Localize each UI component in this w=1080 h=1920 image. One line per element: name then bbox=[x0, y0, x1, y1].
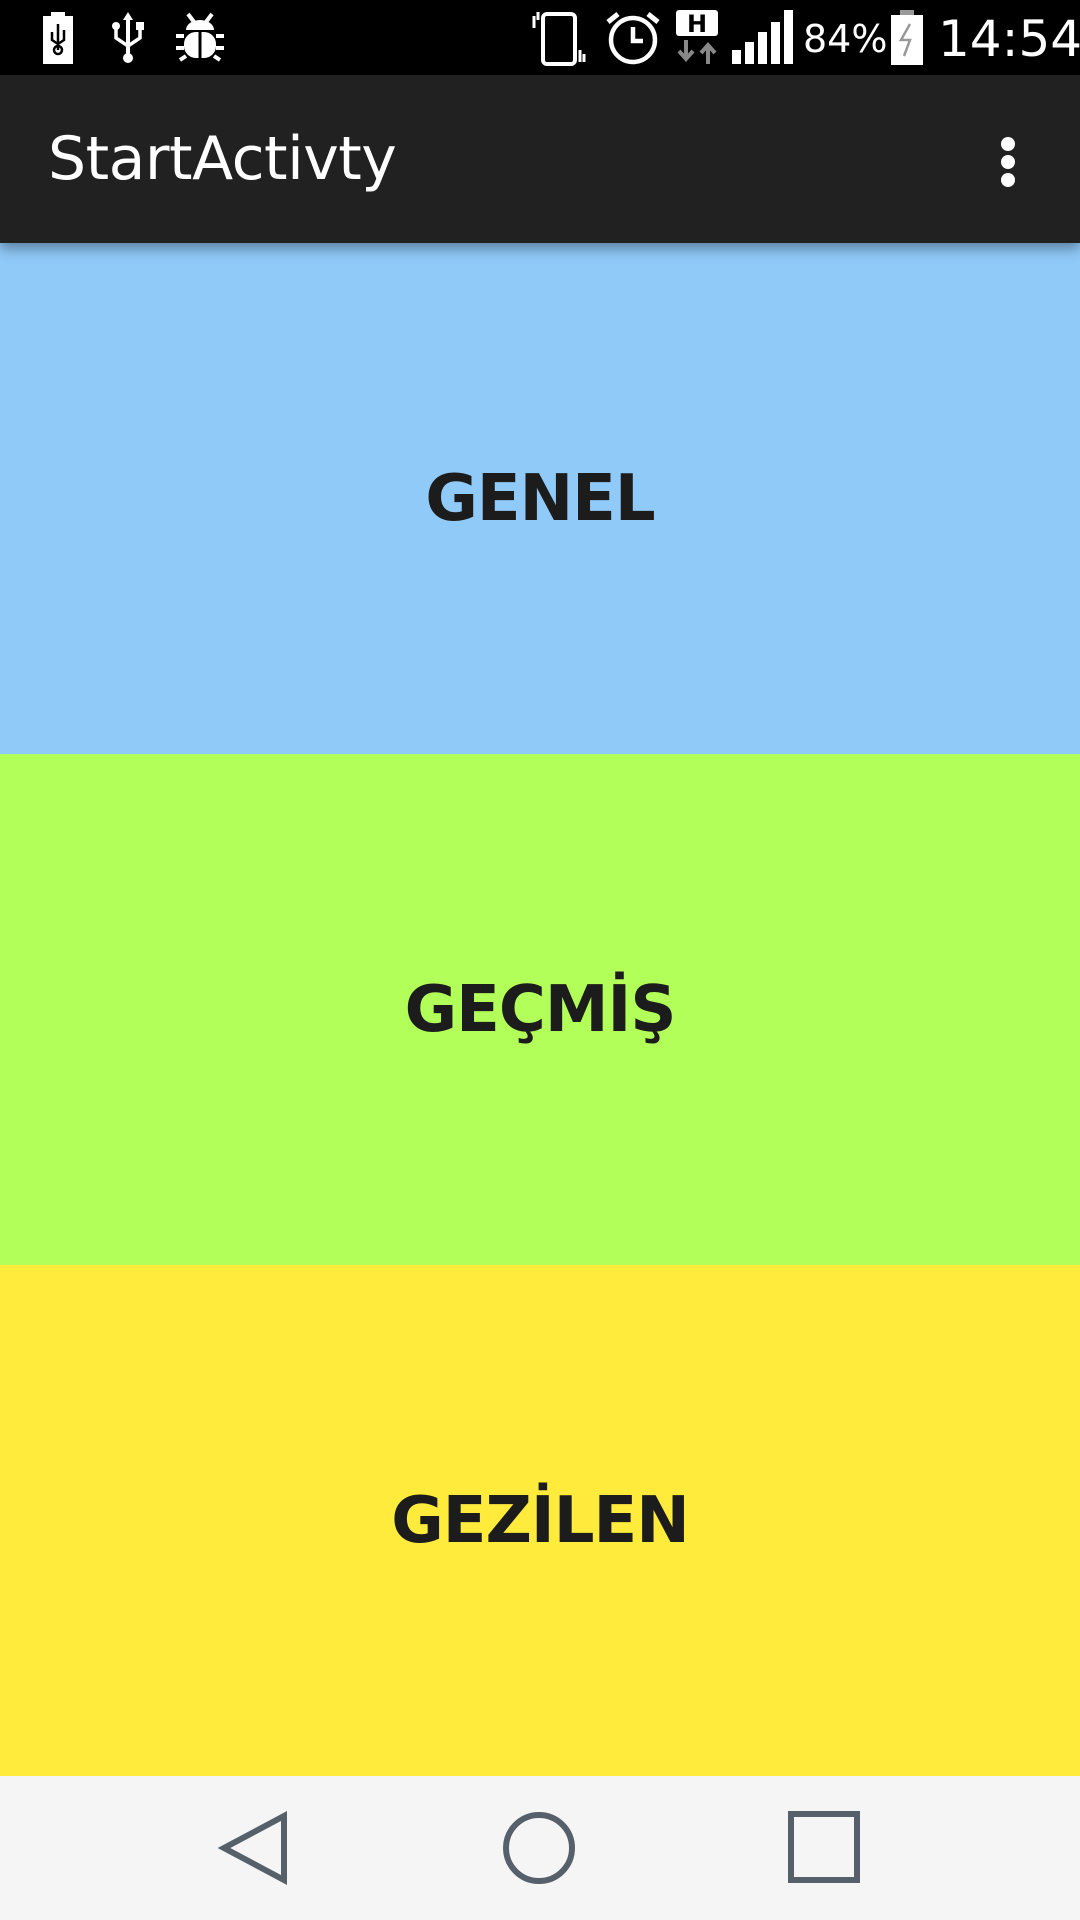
app-bar: StartActivty bbox=[0, 75, 1080, 243]
genel-button[interactable]: GENEL bbox=[0, 243, 1080, 754]
gecmis-label: GEÇMİŞ bbox=[404, 972, 677, 1047]
home-icon[interactable] bbox=[460, 1776, 620, 1920]
recents-icon[interactable] bbox=[745, 1776, 905, 1920]
signal-icon bbox=[732, 10, 793, 64]
clock: 14:54 bbox=[938, 10, 1080, 68]
alarm-icon bbox=[606, 12, 660, 65]
gezilen-button[interactable]: GEZİLEN bbox=[0, 1265, 1080, 1776]
network-type-text: H bbox=[687, 10, 707, 38]
debug-bug-icon bbox=[176, 12, 224, 62]
gecmis-button[interactable]: GEÇMİŞ bbox=[0, 754, 1080, 1265]
network-h-icon: H bbox=[676, 10, 718, 64]
vibrate-icon bbox=[532, 12, 586, 66]
gezilen-label: GEZİLEN bbox=[391, 1483, 690, 1558]
battery-usb-icon bbox=[43, 12, 73, 64]
status-bar: H 84% 14:54 bbox=[0, 0, 1080, 75]
app-title: StartActivty bbox=[48, 124, 397, 194]
battery-percent: 84% bbox=[803, 17, 888, 61]
usb-icon bbox=[112, 12, 144, 63]
screen: H 84% 14:54 StartActivty GENEL GEÇMİŞ GE… bbox=[0, 0, 1080, 1920]
more-vert-icon[interactable] bbox=[980, 115, 1036, 203]
navigation-bar bbox=[0, 1776, 1080, 1920]
genel-label: GENEL bbox=[425, 461, 655, 536]
battery-charging-icon bbox=[891, 10, 923, 65]
back-icon[interactable] bbox=[176, 1776, 336, 1920]
